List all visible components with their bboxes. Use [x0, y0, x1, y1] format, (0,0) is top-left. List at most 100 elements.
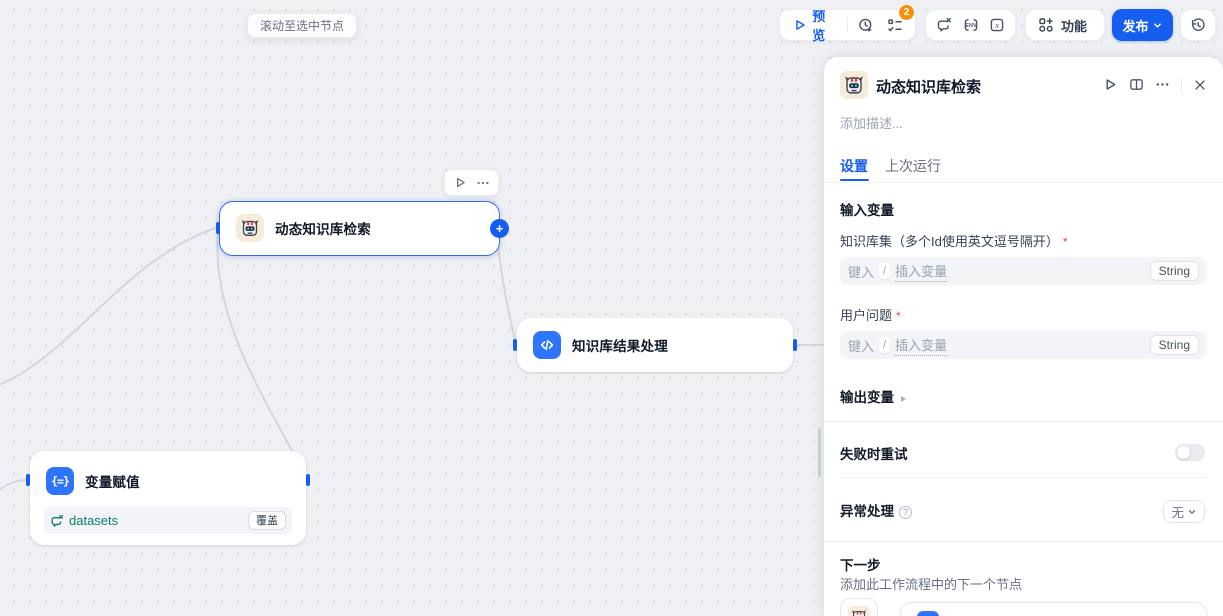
node-variable-assigner[interactable]: {=} 变量赋值 datasets 覆盖: [30, 451, 306, 545]
split-view-icon[interactable]: [1129, 77, 1144, 92]
edge-offscreen-to-assigner: [0, 480, 26, 492]
toolbar-divider: [847, 18, 848, 32]
section-divider: [824, 541, 1223, 542]
plus-icon: +: [496, 222, 504, 235]
run-history-icon[interactable]: [858, 17, 874, 33]
placeholder-type: 键入: [848, 262, 874, 281]
output-vars-toggle[interactable]: 输出变量: [840, 386, 906, 407]
placeholder-type: 键入: [848, 336, 874, 355]
input-handle[interactable]: [513, 339, 517, 351]
preview-button[interactable]: 预览: [792, 6, 837, 44]
svg-text:x: x: [994, 20, 999, 30]
add-node-button[interactable]: +: [490, 219, 509, 238]
blocks-icon: [1038, 17, 1054, 33]
svg-text:ENV: ENV: [965, 23, 977, 29]
variable-name: datasets: [69, 513, 243, 528]
node-hover-toolbar: [444, 169, 499, 196]
node-title: 动态知识库检索: [275, 218, 371, 238]
type-badge: String: [1150, 261, 1199, 281]
edge-offscreen-to-retrieval: [0, 228, 216, 386]
section-divider: [840, 477, 1207, 478]
section-divider: [824, 421, 1223, 422]
tabs-divider: [824, 182, 1223, 183]
next-node-icon: [917, 611, 939, 616]
kb-input[interactable]: 键入 / 插入变量 String: [840, 257, 1207, 285]
panel-scrollbar[interactable]: [818, 428, 821, 477]
workflow-canvas[interactable]: 滚动至选中节点 预览 2: [0, 0, 1223, 616]
panel-header-actions: [1103, 77, 1207, 92]
conversation-variables-icon[interactable]: [936, 17, 952, 33]
chevron-down-icon: [1187, 507, 1197, 517]
error-handling-label: 异常处理?: [840, 500, 912, 521]
insert-variable-link[interactable]: 插入变量: [895, 335, 947, 356]
node-more-icon[interactable]: [476, 176, 490, 190]
publish-label: 发布: [1122, 16, 1148, 35]
robot-icon: [236, 214, 264, 242]
next-step-description: 添加此工作流程中的下一个节点: [840, 574, 1022, 593]
edge-assigner-to-retrieval: [217, 234, 306, 480]
output-handle[interactable]: [793, 339, 797, 351]
next-step-title: 下一步: [840, 554, 881, 574]
tab-settings[interactable]: 设置: [840, 156, 868, 176]
features-button[interactable]: 功能: [1025, 9, 1105, 41]
assigner-glyph: {=}: [51, 474, 69, 488]
help-icon[interactable]: ?: [899, 506, 912, 519]
retry-toggle[interactable]: [1175, 444, 1205, 461]
node-knowledge-retrieval[interactable]: 动态知识库检索 +: [219, 201, 500, 256]
input-vars-title: 输入变量: [840, 199, 894, 219]
variable-inspect-icon[interactable]: x: [989, 17, 1005, 33]
retry-title: 失败时重试: [840, 443, 908, 463]
panel-title: 动态知识库检索: [876, 76, 981, 97]
active-tab-underline: [840, 179, 869, 181]
next-step-node-card[interactable]: [900, 602, 1207, 616]
chevron-down-icon: [1152, 20, 1163, 31]
output-handle[interactable]: [306, 474, 310, 486]
toolbar-group-variables: ENV x: [925, 9, 1016, 41]
close-icon[interactable]: [1193, 78, 1207, 92]
question-input[interactable]: 键入 / 插入变量 String: [840, 331, 1207, 359]
publish-button[interactable]: 发布: [1112, 9, 1173, 41]
version-history-button[interactable]: [1180, 9, 1216, 41]
tab-last-run[interactable]: 上次运行: [885, 156, 941, 176]
panel-robot-icon: [840, 71, 868, 99]
question-field-label: 用户问题*: [840, 305, 901, 325]
next-step-source-node: [840, 598, 878, 616]
input-handle[interactable]: [26, 474, 30, 486]
input-handle[interactable]: [216, 222, 220, 234]
node-title: 知识库结果处理: [572, 335, 668, 355]
play-icon: [792, 17, 807, 33]
required-asterisk: *: [896, 309, 901, 323]
run-node-icon[interactable]: [454, 176, 467, 189]
toolbar-group-run: 预览 2: [779, 9, 916, 41]
node-config-panel: 动态知识库检索 添加描述... 设置 上次运行 输入变量 知识库集（多个Id使: [824, 57, 1223, 616]
env-variables-icon[interactable]: ENV: [963, 17, 979, 33]
insert-variable-link[interactable]: 插入变量: [895, 261, 947, 282]
slash-key-hint: /: [879, 263, 890, 279]
required-asterisk: *: [1063, 235, 1068, 249]
more-icon[interactable]: [1155, 77, 1170, 92]
node-title: 变量赋值: [85, 471, 140, 491]
error-handling-value: 无: [1171, 502, 1184, 521]
assigner-icon: {=}: [46, 467, 74, 495]
kb-field-label: 知识库集（多个Id使用英文逗号隔开）*: [840, 231, 1068, 251]
type-badge: String: [1150, 335, 1199, 355]
tooltip-text: 滚动至选中节点: [260, 17, 344, 34]
toggle-knob: [1177, 446, 1190, 459]
slash-key-hint: /: [879, 337, 890, 353]
scroll-to-node-tooltip: 滚动至选中节点: [247, 13, 357, 38]
node-result-processing[interactable]: 知识库结果处理: [517, 318, 793, 372]
checklist-badge: 2: [898, 4, 915, 21]
history-icon: [1190, 17, 1206, 33]
checklist-badge-count: 2: [904, 7, 910, 18]
description-input[interactable]: 添加描述...: [840, 113, 903, 132]
error-handling-select[interactable]: 无: [1163, 500, 1205, 523]
conversation-variable-icon: [50, 514, 64, 528]
features-label: 功能: [1061, 16, 1087, 35]
run-icon[interactable]: [1103, 77, 1118, 92]
assigned-variable-row[interactable]: datasets 覆盖: [44, 507, 292, 534]
overwrite-badge: 覆盖: [248, 511, 286, 530]
code-icon: [533, 331, 561, 359]
header-divider: [1181, 78, 1182, 92]
preview-label: 预览: [812, 6, 837, 44]
edge-retrieval-to-result: [497, 235, 515, 340]
